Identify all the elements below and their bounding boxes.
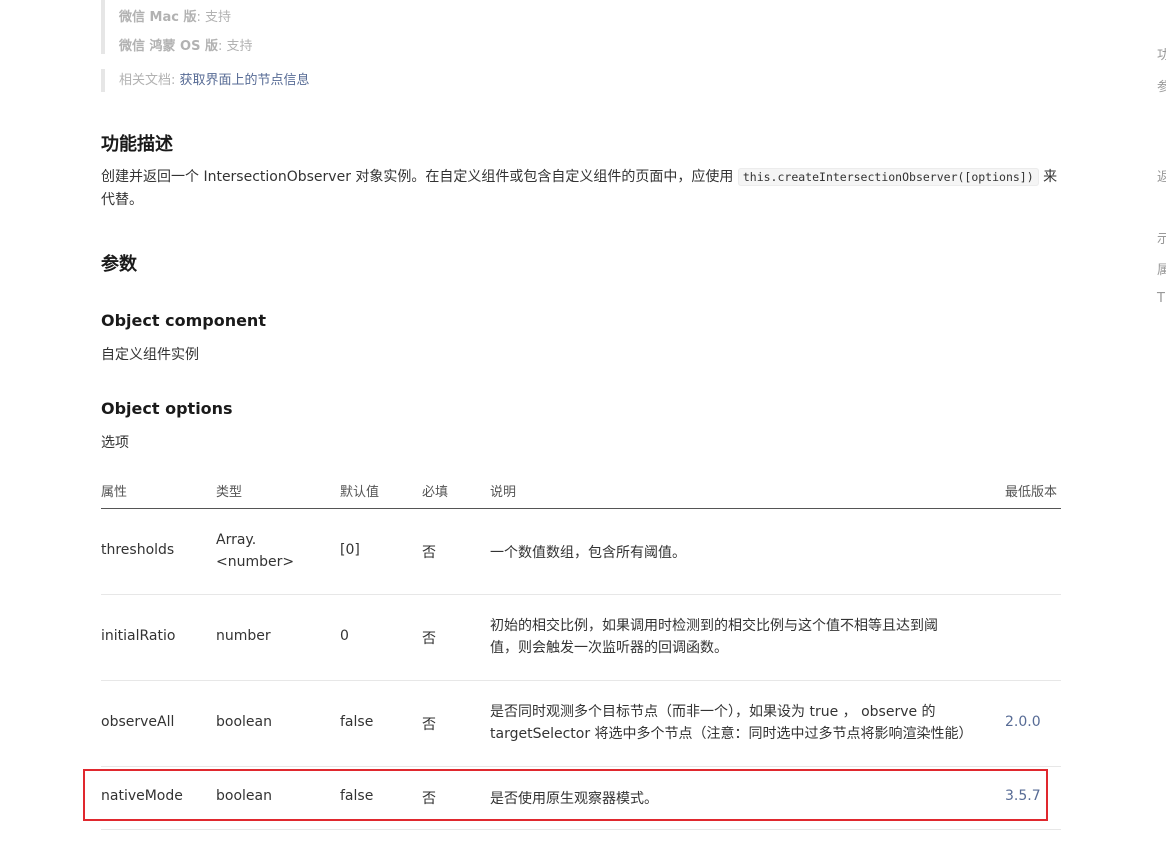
- cell-description: 初始的相交比例，如果调用时检测到的相交比例与这个值不相等且达到阈值，则会触发一次…: [490, 618, 938, 656]
- cell-type: boolean: [216, 714, 272, 730]
- toc-item[interactable]: 返: [1157, 166, 1166, 185]
- cell-required: 否: [422, 545, 436, 561]
- support-separator: :: [196, 10, 205, 25]
- toc-item[interactable]: 示: [1157, 228, 1166, 247]
- cell-default: 0: [340, 628, 349, 644]
- related-doc-link[interactable]: 获取界面上的节点信息: [180, 73, 310, 88]
- cell-property: thresholds: [101, 542, 175, 558]
- related-doc-block: 相关文档: 获取界面上的节点信息: [101, 69, 310, 92]
- toc-item[interactable]: 参: [1157, 76, 1166, 95]
- cell-required: 否: [422, 631, 436, 647]
- options-heading: Object options: [101, 399, 233, 418]
- support-mac-label: 微信 Mac 版: [119, 10, 197, 25]
- support-mac-value: 支持: [204, 10, 231, 25]
- column-header-property: 属性: [101, 485, 128, 500]
- cell-type: number: [216, 628, 271, 644]
- options-description: 选项: [101, 435, 129, 451]
- support-harmony: 微信 鸿蒙 OS 版: 支持: [119, 35, 253, 54]
- highlight-box: [83, 769, 1048, 821]
- related-doc-label: 相关文档:: [119, 73, 180, 88]
- function-text-before: 创建并返回一个 IntersectionObserver 对象实例。在自定义组件…: [101, 169, 738, 185]
- table-row: initialRatio number 0 否 初始的相交比例，如果调用时检测到…: [101, 595, 1061, 681]
- toc-item[interactable]: 属: [1157, 259, 1166, 278]
- column-header-min-version: 最低版本: [1005, 485, 1058, 500]
- support-harmony-label: 微信 鸿蒙 OS 版: [119, 39, 218, 54]
- cell-default: [0]: [340, 542, 360, 558]
- table-row: thresholds Array.<number> [0] 否 一个数值数组，包…: [101, 509, 1061, 595]
- column-header-default: 默认值: [340, 485, 380, 500]
- cell-description: 是否同时观测多个目标节点（而非一个），如果设为 true ， observe 的…: [490, 704, 973, 742]
- function-code: this.createIntersectionObserver([options…: [737, 168, 1039, 186]
- column-header-required: 必填: [422, 485, 449, 500]
- support-harmony-value: 支持: [226, 39, 253, 54]
- support-info-block: 微信 Mac 版: 支持 微信 鸿蒙 OS 版: 支持: [101, 0, 461, 54]
- component-description: 自定义组件实例: [101, 347, 199, 363]
- cell-property: observeAll: [101, 714, 175, 730]
- support-separator: :: [218, 39, 227, 54]
- cell-default: false: [340, 714, 374, 730]
- component-heading: Object component: [101, 311, 266, 330]
- params-heading: 参数: [101, 254, 137, 275]
- toc-item[interactable]: T: [1157, 291, 1165, 306]
- table-row: observeAll boolean false 否 是否同时观测多个目标节点（…: [101, 681, 1061, 767]
- cell-type: Array.<number>: [216, 532, 295, 570]
- cell-min-version[interactable]: 2.0.0: [1005, 714, 1041, 730]
- cell-required: 否: [422, 717, 436, 733]
- column-header-description: 说明: [490, 485, 517, 500]
- function-heading: 功能描述: [101, 134, 173, 155]
- function-description: 创建并返回一个 IntersectionObserver 对象实例。在自定义组件…: [101, 166, 1061, 212]
- right-rail-toc: 功 参 返 示 属 T: [1156, 0, 1166, 868]
- toc-item[interactable]: 功: [1157, 44, 1166, 63]
- support-mac: 微信 Mac 版: 支持: [119, 6, 231, 25]
- cell-description: 一个数值数组，包含所有阈值。: [490, 545, 686, 561]
- column-header-type: 类型: [216, 485, 243, 500]
- cell-property: initialRatio: [101, 628, 176, 644]
